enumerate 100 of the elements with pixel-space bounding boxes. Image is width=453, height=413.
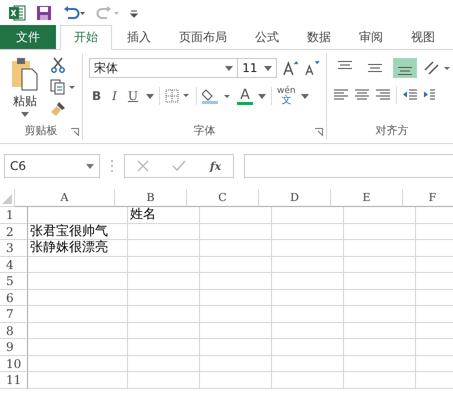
table-cell[interactable]: [128, 322, 200, 339]
table-cell[interactable]: [200, 356, 272, 372]
ribbon-tab[interactable]: 审阅: [346, 25, 396, 49]
table-cell[interactable]: [200, 256, 272, 273]
column-header[interactable]: F: [403, 189, 453, 207]
table-cell[interactable]: [344, 273, 416, 290]
table-cell[interactable]: 张君宝很帅气: [28, 224, 128, 240]
column-header[interactable]: B: [115, 189, 187, 207]
fill-color-icon[interactable]: [202, 87, 232, 105]
decrease-font-size-icon[interactable]: [304, 60, 320, 76]
column-header[interactable]: A: [15, 189, 115, 207]
ribbon-tab[interactable]: 视图: [398, 25, 448, 49]
table-cell[interactable]: [128, 240, 200, 256]
customize-toolbar-icon[interactable]: [130, 8, 138, 18]
file-tab[interactable]: 文件: [0, 25, 56, 49]
table-cell[interactable]: [128, 372, 200, 388]
column-header[interactable]: D: [259, 189, 331, 207]
paste-button[interactable]: 粘贴: [13, 93, 37, 110]
table-cell[interactable]: [272, 224, 344, 240]
table-cell[interactable]: [200, 273, 272, 290]
table-cell[interactable]: [128, 224, 200, 240]
table-cell[interactable]: [200, 240, 272, 256]
borders-icon[interactable]: [165, 89, 192, 103]
dropdown-icon[interactable]: [300, 94, 309, 98]
row-header[interactable]: 6: [0, 290, 28, 306]
row-header[interactable]: 5: [0, 273, 28, 290]
align-right-icon[interactable]: [375, 88, 391, 102]
table-cell[interactable]: [28, 207, 128, 224]
table-cell[interactable]: [344, 256, 416, 273]
table-cell[interactable]: [128, 339, 200, 356]
table-cell[interactable]: [344, 290, 416, 306]
orientation-icon[interactable]: [423, 60, 451, 76]
table-cell[interactable]: [28, 322, 128, 339]
row-header[interactable]: 4: [0, 256, 28, 273]
name-box[interactable]: C6: [4, 154, 100, 178]
table-cell[interactable]: [28, 273, 128, 290]
table-cell[interactable]: [272, 306, 344, 322]
row-header[interactable]: 3: [0, 240, 28, 256]
font-color-button[interactable]: A: [237, 88, 254, 104]
table-cell[interactable]: [200, 322, 272, 339]
table-cell[interactable]: [344, 356, 416, 372]
select-all-button[interactable]: [0, 189, 15, 207]
dropdown-icon[interactable]: [21, 112, 29, 117]
dropdown-icon[interactable]: [146, 94, 154, 98]
table-cell[interactable]: [344, 322, 416, 339]
table-cell[interactable]: [28, 339, 128, 356]
undo-icon[interactable]: [62, 4, 86, 20]
row-header[interactable]: 8: [0, 322, 28, 339]
table-cell[interactable]: [200, 207, 272, 224]
format-painter-icon[interactable]: [50, 101, 66, 117]
table-cell[interactable]: [128, 256, 200, 273]
table-cell[interactable]: [272, 207, 344, 224]
row-header[interactable]: 7: [0, 306, 28, 322]
table-cell[interactable]: [200, 290, 272, 306]
table-cell[interactable]: [272, 372, 344, 388]
align-left-icon[interactable]: [333, 88, 349, 102]
dropdown-icon[interactable]: [258, 94, 266, 98]
table-cell[interactable]: [28, 306, 128, 322]
column-header[interactable]: C: [187, 189, 259, 207]
table-cell[interactable]: [128, 290, 200, 306]
ribbon-tab[interactable]: 开始: [60, 25, 112, 50]
table-cell[interactable]: [28, 256, 128, 273]
ribbon-tab[interactable]: 插入: [114, 25, 164, 49]
clipboard-icon[interactable]: [10, 57, 40, 91]
bottom-align-button[interactable]: [393, 58, 417, 78]
table-cell[interactable]: [272, 356, 344, 372]
ribbon-tab[interactable]: 公式: [242, 25, 292, 49]
dialog-launcher-icon[interactable]: [315, 128, 323, 136]
table-cell[interactable]: [344, 224, 416, 240]
increase-indent-icon[interactable]: [423, 88, 435, 102]
cancel-icon[interactable]: [136, 160, 149, 172]
table-cell[interactable]: [200, 339, 272, 356]
redo-icon[interactable]: [96, 4, 120, 20]
increase-font-size-icon[interactable]: [282, 60, 298, 76]
excel-logo-icon[interactable]: [8, 4, 26, 22]
bold-button[interactable]: B: [89, 89, 104, 103]
table-cell[interactable]: [272, 339, 344, 356]
row-header[interactable]: 10: [0, 356, 28, 372]
font-size-field[interactable]: 11: [237, 58, 277, 78]
table-cell[interactable]: [200, 306, 272, 322]
italic-button[interactable]: I: [109, 89, 120, 103]
table-cell[interactable]: [344, 339, 416, 356]
scissors-icon[interactable]: [50, 57, 66, 73]
row-header[interactable]: 1: [0, 207, 28, 224]
table-cell[interactable]: [344, 207, 416, 224]
caret-icon[interactable]: [225, 66, 234, 70]
caret-icon[interactable]: [86, 164, 94, 168]
table-cell[interactable]: 张静姝很漂亮: [28, 240, 128, 256]
formula-input-field[interactable]: [244, 154, 453, 178]
table-cell[interactable]: [128, 306, 200, 322]
table-cell[interactable]: [200, 224, 272, 240]
table-cell[interactable]: [344, 372, 416, 388]
table-cell[interactable]: [200, 372, 272, 388]
table-cell[interactable]: [128, 356, 200, 372]
check-icon[interactable]: [172, 160, 186, 172]
row-header[interactable]: 2: [0, 224, 28, 240]
caret-icon[interactable]: [264, 66, 272, 70]
dialog-launcher-icon[interactable]: [71, 128, 79, 136]
align-center-icon[interactable]: [354, 88, 370, 102]
table-cell[interactable]: [272, 256, 344, 273]
